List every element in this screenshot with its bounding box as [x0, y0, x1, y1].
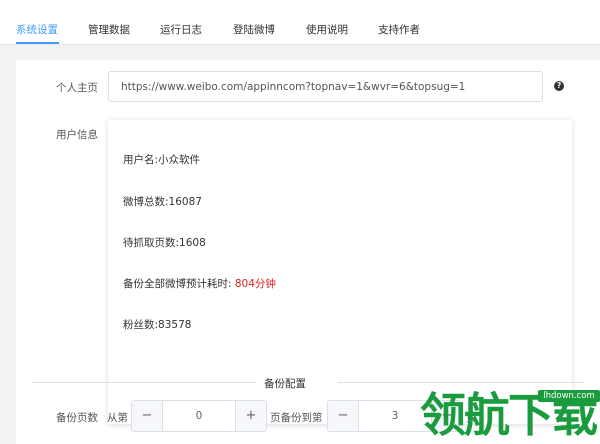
active-tab-indicator: [16, 42, 59, 44]
pages-to-fetch-text: 待抓取页数:1608: [123, 237, 206, 249]
tab-run-log[interactable]: 运行日志: [160, 22, 202, 37]
estimate-text: 备份全部微博预计耗时: 804分钟: [123, 276, 276, 291]
from-decrement-button[interactable]: −: [132, 401, 163, 431]
estimate-value: 804分钟: [234, 278, 276, 290]
username-text: 用户名:小众软件: [123, 154, 201, 166]
backup-config-title: 备份配置: [264, 378, 306, 390]
from-page-stepper: − 0 +: [131, 400, 267, 432]
estimate-label: 备份全部微博预计耗时:: [123, 278, 235, 290]
divider-left: [32, 382, 256, 383]
userinfo-label: 用户信息: [56, 129, 98, 141]
from-increment-button[interactable]: +: [235, 401, 266, 431]
homepage-label: 个人主页: [56, 82, 98, 94]
watermark-logo: 领航下载 lhdown.com: [412, 385, 600, 444]
userinfo-card: 用户名:小众软件 微博总数:16087 待抓取页数:1608 备份全部微博预计耗…: [108, 120, 572, 424]
followers-text: 粉丝数:83578: [123, 319, 192, 331]
tab-login-weibo[interactable]: 登陆微博: [233, 22, 275, 37]
tab-instructions[interactable]: 使用说明: [306, 22, 348, 37]
to-label: 页备份到第: [270, 412, 323, 424]
from-label: 从第: [107, 412, 128, 424]
watermark-url: lhdown.com: [538, 390, 600, 402]
homepage-input[interactable]: [108, 71, 543, 102]
divider-right: [338, 382, 584, 383]
to-decrement-button[interactable]: −: [328, 401, 359, 431]
weibo-total-text: 微博总数:16087: [123, 196, 202, 208]
backup-pages-label: 备份页数: [56, 412, 98, 424]
from-page-value[interactable]: 0: [163, 401, 235, 431]
tab-support-author[interactable]: 支持作者: [378, 22, 420, 37]
tab-system-settings[interactable]: 系统设置: [16, 22, 58, 37]
tab-bar: 系统设置 管理数据 运行日志 登陆微博 使用说明 支持作者: [0, 0, 600, 45]
tab-manage-data[interactable]: 管理数据: [88, 22, 130, 37]
help-icon[interactable]: ?: [554, 81, 564, 91]
